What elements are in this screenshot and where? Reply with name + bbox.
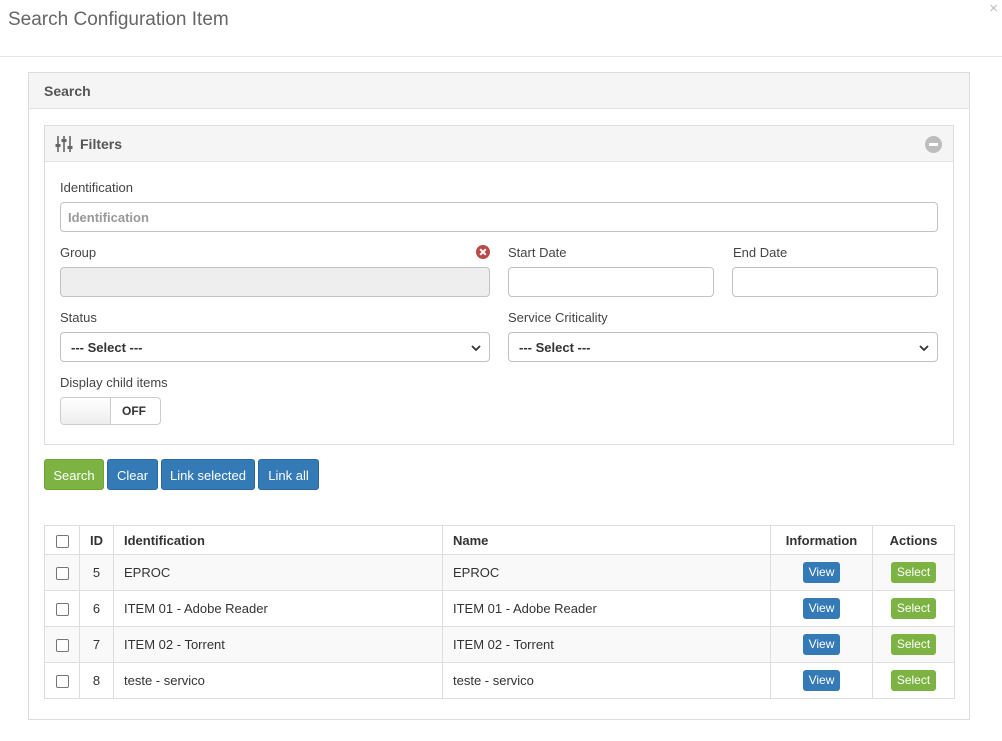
header-information: Information [770, 525, 873, 555]
row-id: 8 [79, 662, 114, 699]
group-label: Group [60, 245, 97, 260]
end-date-input[interactable] [732, 267, 938, 297]
table-header-row: ID Identification Name Information Actio… [44, 525, 955, 555]
filters-panel: Filters Identification Group Start Date … [44, 125, 954, 445]
row-name: ITEM 02 - Torrent [442, 626, 771, 663]
close-icon[interactable]: × [989, 1, 998, 17]
toggle-knob [61, 398, 111, 424]
chevron-down-icon [919, 345, 929, 352]
table-row: 5 EPROC EPROC View Select [44, 554, 955, 591]
view-button[interactable]: View [802, 670, 841, 691]
service-criticality-selected-value: --- Select --- [519, 340, 591, 355]
identification-label: Identification [60, 180, 133, 195]
search-panel-title: Search [44, 83, 91, 99]
header-actions: Actions [872, 525, 955, 555]
results-table: ID Identification Name Information Actio… [44, 525, 955, 699]
group-field[interactable] [60, 267, 490, 297]
row-identification: EPROC [113, 554, 443, 591]
clear-group-icon[interactable] [476, 245, 490, 259]
select-row-button[interactable]: Select [890, 634, 937, 655]
modal-header-divider [0, 56, 1002, 57]
row-checkbox[interactable] [55, 567, 69, 581]
select-row-button[interactable]: Select [890, 562, 937, 583]
display-child-items-label: Display child items [60, 375, 168, 390]
filters-header[interactable]: Filters [45, 126, 953, 162]
filters-title: Filters [80, 136, 123, 152]
modal-title: Search Configuration Item [8, 9, 229, 30]
select-row-button[interactable]: Select [890, 598, 937, 619]
select-row-button[interactable]: Select [890, 670, 937, 691]
sliders-icon [55, 136, 73, 152]
status-selected-value: --- Select --- [71, 340, 143, 355]
row-name: teste - servico [442, 662, 771, 699]
link-all-button[interactable]: Link all [258, 459, 319, 490]
start-date-input[interactable] [508, 267, 714, 297]
row-identification: ITEM 01 - Adobe Reader [113, 590, 443, 627]
row-identification: ITEM 02 - Torrent [113, 626, 443, 663]
row-checkbox[interactable] [55, 675, 69, 689]
row-id: 7 [79, 626, 114, 663]
view-button[interactable]: View [802, 634, 841, 655]
search-panel-header: Search [29, 73, 969, 109]
row-name: ITEM 01 - Adobe Reader [442, 590, 771, 627]
start-date-label: Start Date [508, 245, 567, 260]
status-label: Status [60, 310, 97, 325]
minus-circle-icon[interactable] [925, 136, 942, 153]
table-row: 6 ITEM 01 - Adobe Reader ITEM 01 - Adobe… [44, 590, 955, 627]
table-row: 7 ITEM 02 - Torrent ITEM 02 - Torrent Vi… [44, 626, 955, 663]
row-checkbox[interactable] [55, 603, 69, 617]
toggle-state: OFF [122, 404, 146, 418]
service-criticality-select[interactable]: --- Select --- [508, 332, 938, 362]
link-selected-button[interactable]: Link selected [161, 459, 255, 490]
row-name: EPROC [442, 554, 771, 591]
header-name[interactable]: Name [442, 525, 771, 555]
row-checkbox[interactable] [55, 639, 69, 653]
search-panel: Search Filters Identification Identifica… [28, 72, 970, 720]
header-identification[interactable]: Identification [113, 525, 443, 555]
display-child-items-toggle[interactable]: OFF [60, 397, 161, 425]
select-all-checkbox[interactable] [55, 534, 69, 548]
chevron-down-icon [471, 345, 481, 352]
clear-button[interactable]: Clear [107, 459, 158, 490]
row-identification: teste - servico [113, 662, 443, 699]
table-row: 8 teste - servico teste - servico View S… [44, 662, 955, 699]
row-id: 5 [79, 554, 114, 591]
status-select[interactable]: --- Select --- [60, 332, 490, 362]
row-id: 6 [79, 590, 114, 627]
search-button[interactable]: Search [44, 459, 104, 490]
service-criticality-label: Service Criticality [508, 310, 608, 325]
view-button[interactable]: View [802, 598, 841, 619]
identification-input[interactable] [60, 202, 938, 232]
select-all-cell [44, 525, 80, 555]
view-button[interactable]: View [802, 562, 841, 583]
end-date-label: End Date [733, 245, 788, 260]
header-id[interactable]: ID [79, 525, 114, 555]
